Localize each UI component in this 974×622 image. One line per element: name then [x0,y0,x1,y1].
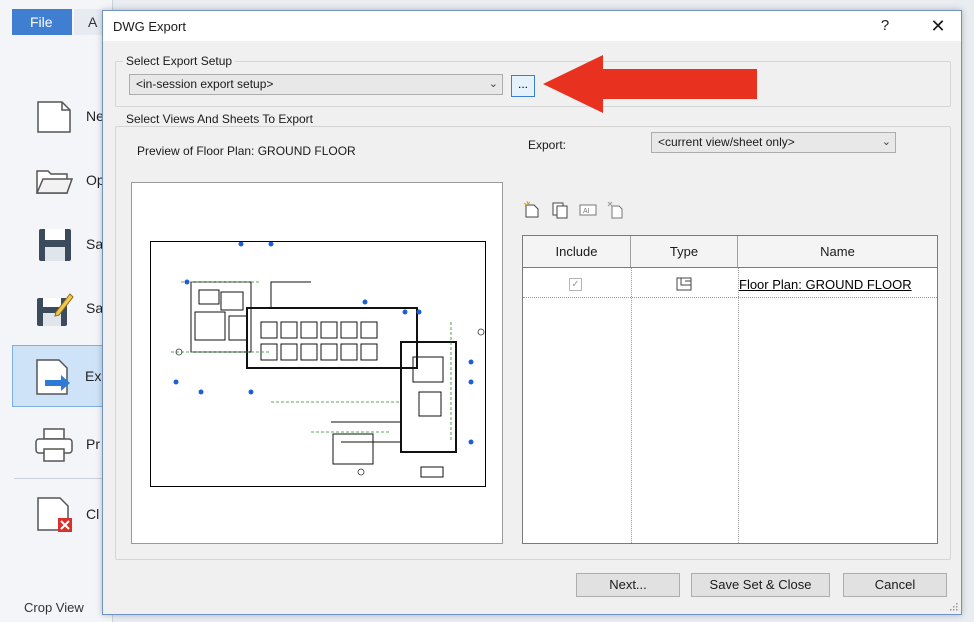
menu-item-print[interactable]: Pr [14,416,112,474]
menu-item-export[interactable]: Ex [12,345,110,407]
export-scope-dropdown[interactable]: <current view/sheet only> ⌄ [651,132,896,153]
dwg-export-dialog: DWG Export ? ✕ Select Export Setup <in-s… [102,10,962,615]
menu-item-label: Sa [86,236,104,252]
save-set-close-button[interactable]: Save Set & Close [691,573,830,597]
delete-set-icon[interactable] [607,201,625,219]
column-header-type[interactable]: Type [631,236,738,268]
help-button[interactable]: ? [873,16,897,36]
duplicate-set-icon[interactable] [551,201,569,219]
menu-item-label: Ex [85,368,102,384]
menu-item-open[interactable]: Op [14,152,112,210]
floor-plan-drawing-icon [171,241,485,478]
row-divider [523,297,937,298]
dialog-titlebar[interactable]: DWG Export ? ✕ [103,11,961,41]
application-menu: File A Ne Op Sa Sa Ex Pr Cl Crop View [0,0,113,622]
menu-separator [14,478,104,479]
export-scope-value: <current view/sheet only> [658,135,795,149]
dialog-title: DWG Export [113,19,186,34]
column-divider [631,268,632,543]
menu-item-label: Pr [86,436,100,452]
rename-set-icon[interactable]: AI [579,201,597,219]
views-sheets-group-title: Select Views And Sheets To Export [123,112,317,126]
menu-item-close[interactable]: Cl [14,486,112,544]
export-label: Export: [528,138,567,152]
red-arrow-icon [543,55,757,113]
chevron-down-icon: ⌄ [881,136,891,148]
menu-item-label: Sa [86,300,104,316]
save-icon [39,229,71,261]
column-header-include[interactable]: Include [523,236,631,268]
export-icon [36,359,70,395]
menu-item-new[interactable]: Ne [14,88,112,146]
file-tab[interactable]: File [12,9,72,35]
export-setup-value: <in-session export setup> [136,77,274,91]
menu-item-save[interactable]: Sa [14,216,112,274]
new-set-icon[interactable] [523,201,541,219]
svg-text:AI: AI [583,208,590,215]
close-document-icon [37,497,72,532]
menu-item-save-as[interactable]: Sa [14,280,112,338]
close-button[interactable]: ✕ [923,14,953,38]
views-table: Include Type Name ✓ Floor Plan: GROUND F… [522,235,938,544]
plan-border [150,241,486,487]
view-name-link[interactable]: Floor Plan: GROUND FLOOR [739,277,912,292]
column-header-name[interactable]: Name [738,236,937,268]
column-divider [738,268,739,543]
modify-setup-button[interactable]: ... [511,75,535,97]
menu-item-label: Cl [86,506,100,522]
export-setup-dropdown[interactable]: <in-session export setup> ⌄ [129,74,503,95]
cancel-button[interactable]: Cancel [843,573,947,597]
preview-label: Preview of Floor Plan: GROUND FLOOR [137,144,356,158]
print-icon [35,428,73,462]
chevron-down-icon: ⌄ [488,78,498,90]
crop-view-label: Crop View [24,600,84,615]
export-setup-group-title: Select Export Setup [123,54,236,68]
floor-plan-view-icon [676,277,692,291]
resize-grip-icon[interactable] [948,601,958,611]
new-document-icon [37,101,71,133]
floor-plan-preview [131,182,503,544]
include-checkbox[interactable]: ✓ [569,278,582,291]
architecture-tab[interactable]: A [74,9,104,35]
save-as-icon [37,293,74,326]
next-button[interactable]: Next... [576,573,680,597]
open-folder-icon [35,170,74,194]
